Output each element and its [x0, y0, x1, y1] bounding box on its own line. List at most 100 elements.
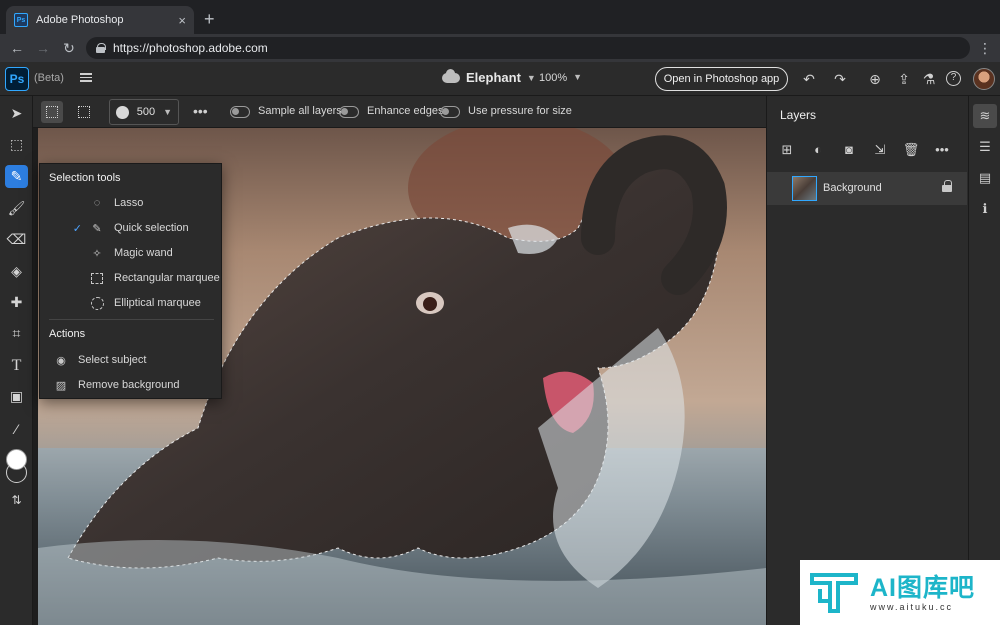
eraser-tool-icon[interactable]: ⌫: [5, 228, 28, 251]
brush-preview-icon: [116, 105, 129, 119]
more-layer-options-icon[interactable]: •••: [933, 141, 951, 159]
watermark-url: www.aituku.cc: [870, 601, 954, 612]
chevron-down-icon: ▼: [526, 72, 536, 83]
swap-colors-icon[interactable]: ⇅: [5, 488, 28, 511]
select-subject-icon: ◉: [56, 354, 66, 367]
avatar[interactable]: [973, 68, 995, 90]
tab-title: Adobe Photoshop: [36, 14, 124, 26]
more-options-icon[interactable]: •••: [193, 103, 208, 119]
quick-selection-tool-icon[interactable]: ✎: [5, 165, 28, 188]
layers-panel: Layers ⊞ ◐ ◙ ⇲ 🗑 ••• Background: [766, 96, 968, 625]
flask-icon[interactable]: ⚗: [920, 70, 938, 88]
flyout-item-elliptical-marquee[interactable]: Elliptical marquee: [40, 292, 221, 314]
layer-row-background[interactable]: Background: [767, 172, 967, 205]
flyout-item-label: Lasso: [114, 197, 144, 209]
foreground-color-swatch[interactable]: [6, 449, 27, 470]
magic-wand-icon: ✧: [92, 247, 102, 260]
flyout-item-label: Select subject: [78, 354, 147, 366]
comments-icon[interactable]: ▤: [973, 166, 997, 190]
flyout-item-label: Rectangular marquee: [114, 272, 220, 284]
hamburger-menu-icon[interactable]: [80, 71, 92, 83]
url-input[interactable]: https://photoshop.adobe.com: [86, 37, 970, 59]
watermark: AI图库吧 www.aituku.cc: [800, 560, 1000, 625]
flyout-item-remove-background[interactable]: ▨ Remove background: [40, 374, 221, 396]
use-pressure-label: Use pressure for size: [468, 105, 572, 117]
remove-background-icon: ▨: [55, 379, 67, 392]
photoshop-favicon-icon: Ps: [14, 13, 28, 27]
app-header: Ps (Beta) Elephant ▼ 100% ▼ Open in Phot…: [0, 62, 1000, 96]
url-text: https://photoshop.adobe.com: [113, 41, 268, 55]
lock-icon: [96, 43, 106, 53]
actions-heading: Actions: [49, 328, 86, 340]
lasso-icon: ◌: [93, 197, 101, 209]
flyout-item-label: Remove background: [78, 379, 180, 391]
chevron-down-icon: ▼: [573, 72, 583, 82]
eyedropper-tool-icon[interactable]: ⁄: [5, 417, 28, 440]
layers-panel-icon[interactable]: ≋: [973, 104, 997, 128]
add-to-selection-icon[interactable]: [73, 101, 95, 123]
new-selection-icon[interactable]: [41, 101, 63, 123]
crop-tool-icon[interactable]: ⌗: [5, 322, 28, 345]
watermark-logo-icon: [810, 572, 858, 613]
adjustment-layer-icon[interactable]: ◐: [809, 141, 827, 159]
flyout-item-quick-selection[interactable]: ✓ ✎ Quick selection: [40, 217, 221, 239]
tool-options-bar: 500 ▼ ••• Sample all layers Enhance edge…: [33, 96, 766, 128]
transform-tool-icon[interactable]: ⬚: [5, 133, 28, 156]
flyout-item-magic-wand[interactable]: ✧ Magic wand: [40, 242, 221, 264]
healing-tool-icon[interactable]: ✚: [5, 291, 28, 314]
user-share-icon[interactable]: ⊕: [866, 70, 884, 88]
beta-label: (Beta): [34, 72, 64, 84]
brush-tool-icon[interactable]: 🖌: [5, 197, 28, 220]
sample-all-layers-label: Sample all layers: [258, 105, 342, 117]
layers-panel-title: Layers: [780, 108, 817, 122]
browser-menu-icon[interactable]: ⋮: [978, 40, 992, 56]
cloud-icon: [442, 68, 460, 83]
enhance-edges-toggle[interactable]: [339, 106, 359, 118]
photoshop-logo[interactable]: Ps: [5, 67, 29, 91]
flyout-item-label: Elliptical marquee: [114, 297, 201, 309]
zoom-dropdown[interactable]: 100% ▼: [539, 72, 582, 84]
paint-bucket-tool-icon[interactable]: ◈: [5, 260, 28, 283]
place-image-tool-icon[interactable]: ▣: [5, 385, 28, 408]
right-rail: ≋ ☰ ▤ ℹ: [968, 96, 1000, 625]
close-tab-icon[interactable]: ×: [178, 13, 186, 28]
brush-size-dropdown[interactable]: 500 ▼: [109, 99, 179, 125]
check-icon: ✓: [72, 222, 82, 235]
properties-icon[interactable]: ☰: [973, 135, 997, 159]
move-tool-icon[interactable]: ➤: [5, 102, 28, 125]
type-tool-icon[interactable]: T: [5, 354, 28, 377]
new-tab-button[interactable]: +: [204, 10, 215, 28]
sample-all-layers-toggle[interactable]: [230, 106, 250, 118]
flyout-item-rectangular-marquee[interactable]: Rectangular marquee: [40, 267, 221, 289]
back-button[interactable]: ←: [4, 40, 30, 56]
chevron-down-icon: ▼: [163, 107, 172, 117]
enhance-edges-label: Enhance edges: [367, 105, 444, 117]
document-title[interactable]: Elephant ▼: [442, 68, 536, 85]
open-in-photoshop-button[interactable]: Open in Photoshop app: [655, 67, 788, 91]
watermark-text: AI图库吧: [870, 573, 976, 602]
add-layer-icon[interactable]: ⊞: [778, 141, 796, 159]
export-icon[interactable]: ⇪: [895, 70, 913, 88]
browser-tab-bar: Ps Adobe Photoshop × +: [0, 0, 1000, 34]
reload-button[interactable]: ↻: [56, 40, 82, 57]
forward-button[interactable]: →: [30, 40, 56, 56]
browser-address-bar: ← → ↻ https://photoshop.adobe.com ⋮: [0, 34, 1000, 62]
use-pressure-toggle[interactable]: [440, 106, 460, 118]
browser-tab[interactable]: Ps Adobe Photoshop ×: [6, 6, 194, 34]
flyout-item-label: Quick selection: [114, 222, 189, 234]
help-icon[interactable]: ?: [946, 71, 961, 86]
layer-name: Background: [823, 182, 882, 194]
flyout-item-select-subject[interactable]: ◉ Select subject: [40, 349, 221, 371]
lock-icon[interactable]: [942, 180, 952, 192]
ellipse-marquee-icon: [88, 296, 106, 310]
redo-icon[interactable]: ↷: [831, 70, 849, 88]
flyout-item-lasso[interactable]: ◌ Lasso: [40, 192, 221, 214]
selection-tools-flyout: Selection tools ◌ Lasso ✓ ✎ Quick select…: [39, 163, 222, 399]
delete-layer-icon[interactable]: 🗑: [902, 141, 920, 159]
import-icon[interactable]: ⇲: [871, 141, 889, 159]
quick-selection-icon: ✎: [92, 222, 102, 235]
add-mask-icon[interactable]: ◙: [840, 141, 858, 159]
undo-icon[interactable]: ↶: [800, 70, 818, 88]
brush-size-value: 500: [136, 106, 156, 118]
info-icon[interactable]: ℹ: [973, 197, 997, 221]
